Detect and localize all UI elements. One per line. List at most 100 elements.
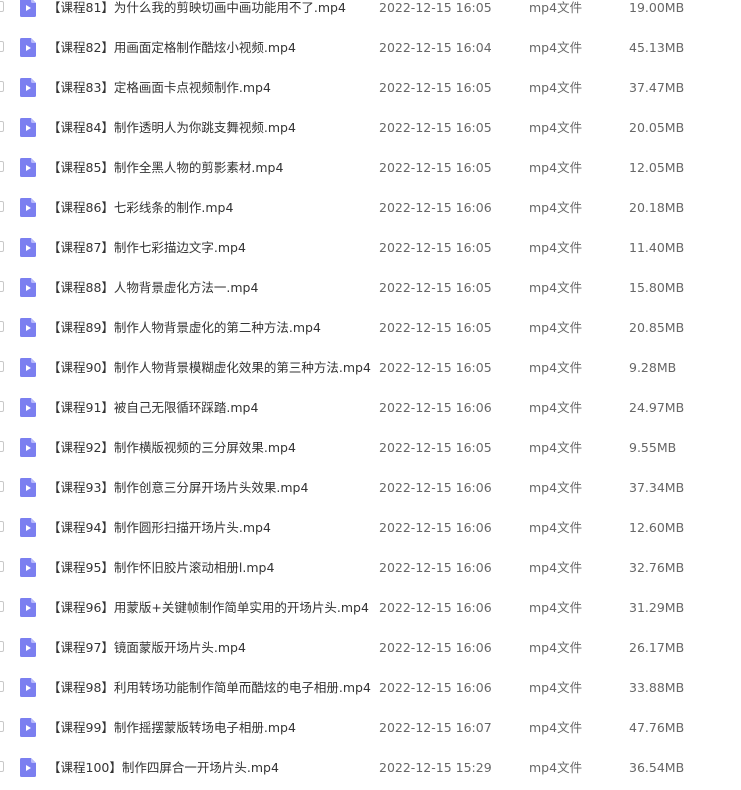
file-name[interactable]: 【课程84】制作透明人为你跳支舞视频.mp4	[48, 119, 296, 137]
file-type: mp4文件	[529, 400, 583, 415]
file-row[interactable]: 【课程98】利用转场功能制作简单而酷炫的电子相册.mp4 2022-12-15 …	[0, 668, 741, 708]
file-row[interactable]: 【课程100】制作四屏合一开场片头.mp4 2022-12-15 15:29 m…	[0, 748, 741, 788]
video-file-icon	[20, 598, 36, 617]
video-file-icon	[20, 278, 36, 297]
row-checkbox[interactable]	[0, 361, 4, 372]
video-file-icon	[20, 198, 36, 217]
video-file-icon	[20, 0, 36, 17]
row-checkbox[interactable]	[0, 761, 4, 772]
file-row[interactable]: 【课程90】制作人物背景模糊虚化效果的第三种方法.mp4 2022-12-15 …	[0, 348, 741, 388]
file-name[interactable]: 【课程85】制作全黑人物的剪影素材.mp4	[48, 159, 283, 177]
row-checkbox[interactable]	[0, 41, 4, 52]
file-name[interactable]: 【课程89】制作人物背景虚化的第二种方法.mp4	[48, 319, 321, 337]
file-modified-date: 2022-12-15 16:07	[379, 720, 492, 735]
file-modified-date: 2022-12-15 16:06	[379, 480, 492, 495]
row-checkbox[interactable]	[0, 121, 4, 132]
file-size: 9.28MB	[629, 360, 677, 375]
file-size: 12.05MB	[629, 160, 685, 175]
file-name[interactable]: 【课程87】制作七彩描边文字.mp4	[48, 239, 246, 257]
file-size: 47.76MB	[629, 720, 685, 735]
video-file-icon	[20, 78, 36, 97]
file-size: 15.80MB	[629, 280, 685, 295]
row-checkbox[interactable]	[0, 441, 4, 452]
file-row[interactable]: 【课程84】制作透明人为你跳支舞视频.mp4 2022-12-15 16:05 …	[0, 108, 741, 148]
file-name[interactable]: 【课程82】用画面定格制作酷炫小视频.mp4	[48, 39, 296, 57]
row-checkbox[interactable]	[0, 641, 4, 652]
file-name[interactable]: 【课程94】制作圆形扫描开场片头.mp4	[48, 519, 271, 537]
file-modified-date: 2022-12-15 16:06	[379, 560, 492, 575]
file-type: mp4文件	[529, 560, 583, 575]
row-checkbox[interactable]	[0, 481, 4, 492]
file-row[interactable]: 【课程95】制作怀旧胶片滚动相册l.mp4 2022-12-15 16:06 m…	[0, 548, 741, 588]
file-modified-date: 2022-12-15 16:05	[379, 80, 492, 95]
file-name[interactable]: 【课程99】制作摇摆蒙版转场电子相册.mp4	[48, 719, 296, 737]
row-checkbox[interactable]	[0, 201, 4, 212]
video-file-icon	[20, 718, 36, 737]
file-type: mp4文件	[529, 520, 583, 535]
file-name[interactable]: 【课程88】人物背景虚化方法一.mp4	[48, 279, 258, 297]
file-name[interactable]: 【课程97】镜面蒙版开场片头.mp4	[48, 639, 246, 657]
file-type: mp4文件	[529, 440, 583, 455]
row-checkbox[interactable]	[0, 281, 4, 292]
file-type: mp4文件	[529, 680, 583, 695]
row-checkbox[interactable]	[0, 81, 4, 92]
file-row[interactable]: 【课程89】制作人物背景虚化的第二种方法.mp4 2022-12-15 16:0…	[0, 308, 741, 348]
file-name[interactable]: 【课程100】制作四屏合一开场片头.mp4	[48, 759, 279, 777]
file-size: 20.05MB	[629, 120, 685, 135]
file-name[interactable]: 【课程91】被自己无限循环踩踏.mp4	[48, 399, 258, 417]
file-type: mp4文件	[529, 120, 583, 135]
file-row[interactable]: 【课程96】用蒙版+关键帧制作简单实用的开场片头.mp4 2022-12-15 …	[0, 588, 741, 628]
row-checkbox[interactable]	[0, 601, 4, 612]
file-type: mp4文件	[529, 600, 583, 615]
video-file-icon	[20, 358, 36, 377]
file-modified-date: 2022-12-15 16:05	[379, 240, 492, 255]
file-row[interactable]: 【课程81】为什么我的剪映切画中画功能用不了.mp4 2022-12-15 16…	[0, 0, 741, 28]
file-name[interactable]: 【课程83】定格画面卡点视频制作.mp4	[48, 79, 271, 97]
file-size: 33.88MB	[629, 680, 685, 695]
file-name[interactable]: 【课程90】制作人物背景模糊虚化效果的第三种方法.mp4	[48, 359, 371, 377]
row-checkbox[interactable]	[0, 161, 4, 172]
file-size: 9.55MB	[629, 440, 677, 455]
file-row[interactable]: 【课程93】制作创意三分屏开场片头效果.mp4 2022-12-15 16:06…	[0, 468, 741, 508]
file-row[interactable]: 【课程85】制作全黑人物的剪影素材.mp4 2022-12-15 16:05 m…	[0, 148, 741, 188]
video-file-icon	[20, 678, 36, 697]
row-checkbox[interactable]	[0, 241, 4, 252]
file-name[interactable]: 【课程98】利用转场功能制作简单而酷炫的电子相册.mp4	[48, 679, 371, 697]
video-file-icon	[20, 518, 36, 537]
video-file-icon	[20, 158, 36, 177]
file-row[interactable]: 【课程88】人物背景虚化方法一.mp4 2022-12-15 16:05 mp4…	[0, 268, 741, 308]
row-checkbox[interactable]	[0, 721, 4, 732]
file-modified-date: 2022-12-15 16:05	[379, 0, 492, 15]
file-row[interactable]: 【课程99】制作摇摆蒙版转场电子相册.mp4 2022-12-15 16:07 …	[0, 708, 741, 748]
file-size: 12.60MB	[629, 520, 685, 535]
file-row[interactable]: 【课程97】镜面蒙版开场片头.mp4 2022-12-15 16:06 mp4文…	[0, 628, 741, 668]
video-file-icon	[20, 398, 36, 417]
row-checkbox[interactable]	[0, 521, 4, 532]
file-row[interactable]: 【课程83】定格画面卡点视频制作.mp4 2022-12-15 16:05 mp…	[0, 68, 741, 108]
row-checkbox[interactable]	[0, 1, 4, 12]
row-checkbox[interactable]	[0, 401, 4, 412]
file-name[interactable]: 【课程93】制作创意三分屏开场片头效果.mp4	[48, 479, 308, 497]
file-size: 37.47MB	[629, 80, 685, 95]
row-checkbox[interactable]	[0, 561, 4, 572]
file-row[interactable]: 【课程92】制作横版视频的三分屏效果.mp4 2022-12-15 16:05 …	[0, 428, 741, 468]
row-checkbox[interactable]	[0, 681, 4, 692]
file-row[interactable]: 【课程91】被自己无限循环踩踏.mp4 2022-12-15 16:06 mp4…	[0, 388, 741, 428]
file-size: 32.76MB	[629, 560, 685, 575]
file-name[interactable]: 【课程96】用蒙版+关键帧制作简单实用的开场片头.mp4	[48, 599, 369, 617]
file-row[interactable]: 【课程94】制作圆形扫描开场片头.mp4 2022-12-15 16:06 mp…	[0, 508, 741, 548]
file-modified-date: 2022-12-15 16:05	[379, 160, 492, 175]
file-modified-date: 2022-12-15 16:04	[379, 40, 492, 55]
file-name[interactable]: 【课程95】制作怀旧胶片滚动相册l.mp4	[48, 559, 274, 577]
file-name[interactable]: 【课程81】为什么我的剪映切画中画功能用不了.mp4	[48, 0, 346, 17]
file-row[interactable]: 【课程86】七彩线条的制作.mp4 2022-12-15 16:06 mp4文件…	[0, 188, 741, 228]
file-name[interactable]: 【课程92】制作横版视频的三分屏效果.mp4	[48, 439, 296, 457]
file-modified-date: 2022-12-15 16:05	[379, 360, 492, 375]
file-row[interactable]: 【课程82】用画面定格制作酷炫小视频.mp4 2022-12-15 16:04 …	[0, 28, 741, 68]
file-row[interactable]: 【课程87】制作七彩描边文字.mp4 2022-12-15 16:05 mp4文…	[0, 228, 741, 268]
row-checkbox[interactable]	[0, 321, 4, 332]
file-modified-date: 2022-12-15 16:06	[379, 600, 492, 615]
file-size: 20.85MB	[629, 320, 685, 335]
file-name[interactable]: 【课程86】七彩线条的制作.mp4	[48, 199, 233, 217]
video-file-icon	[20, 758, 36, 777]
